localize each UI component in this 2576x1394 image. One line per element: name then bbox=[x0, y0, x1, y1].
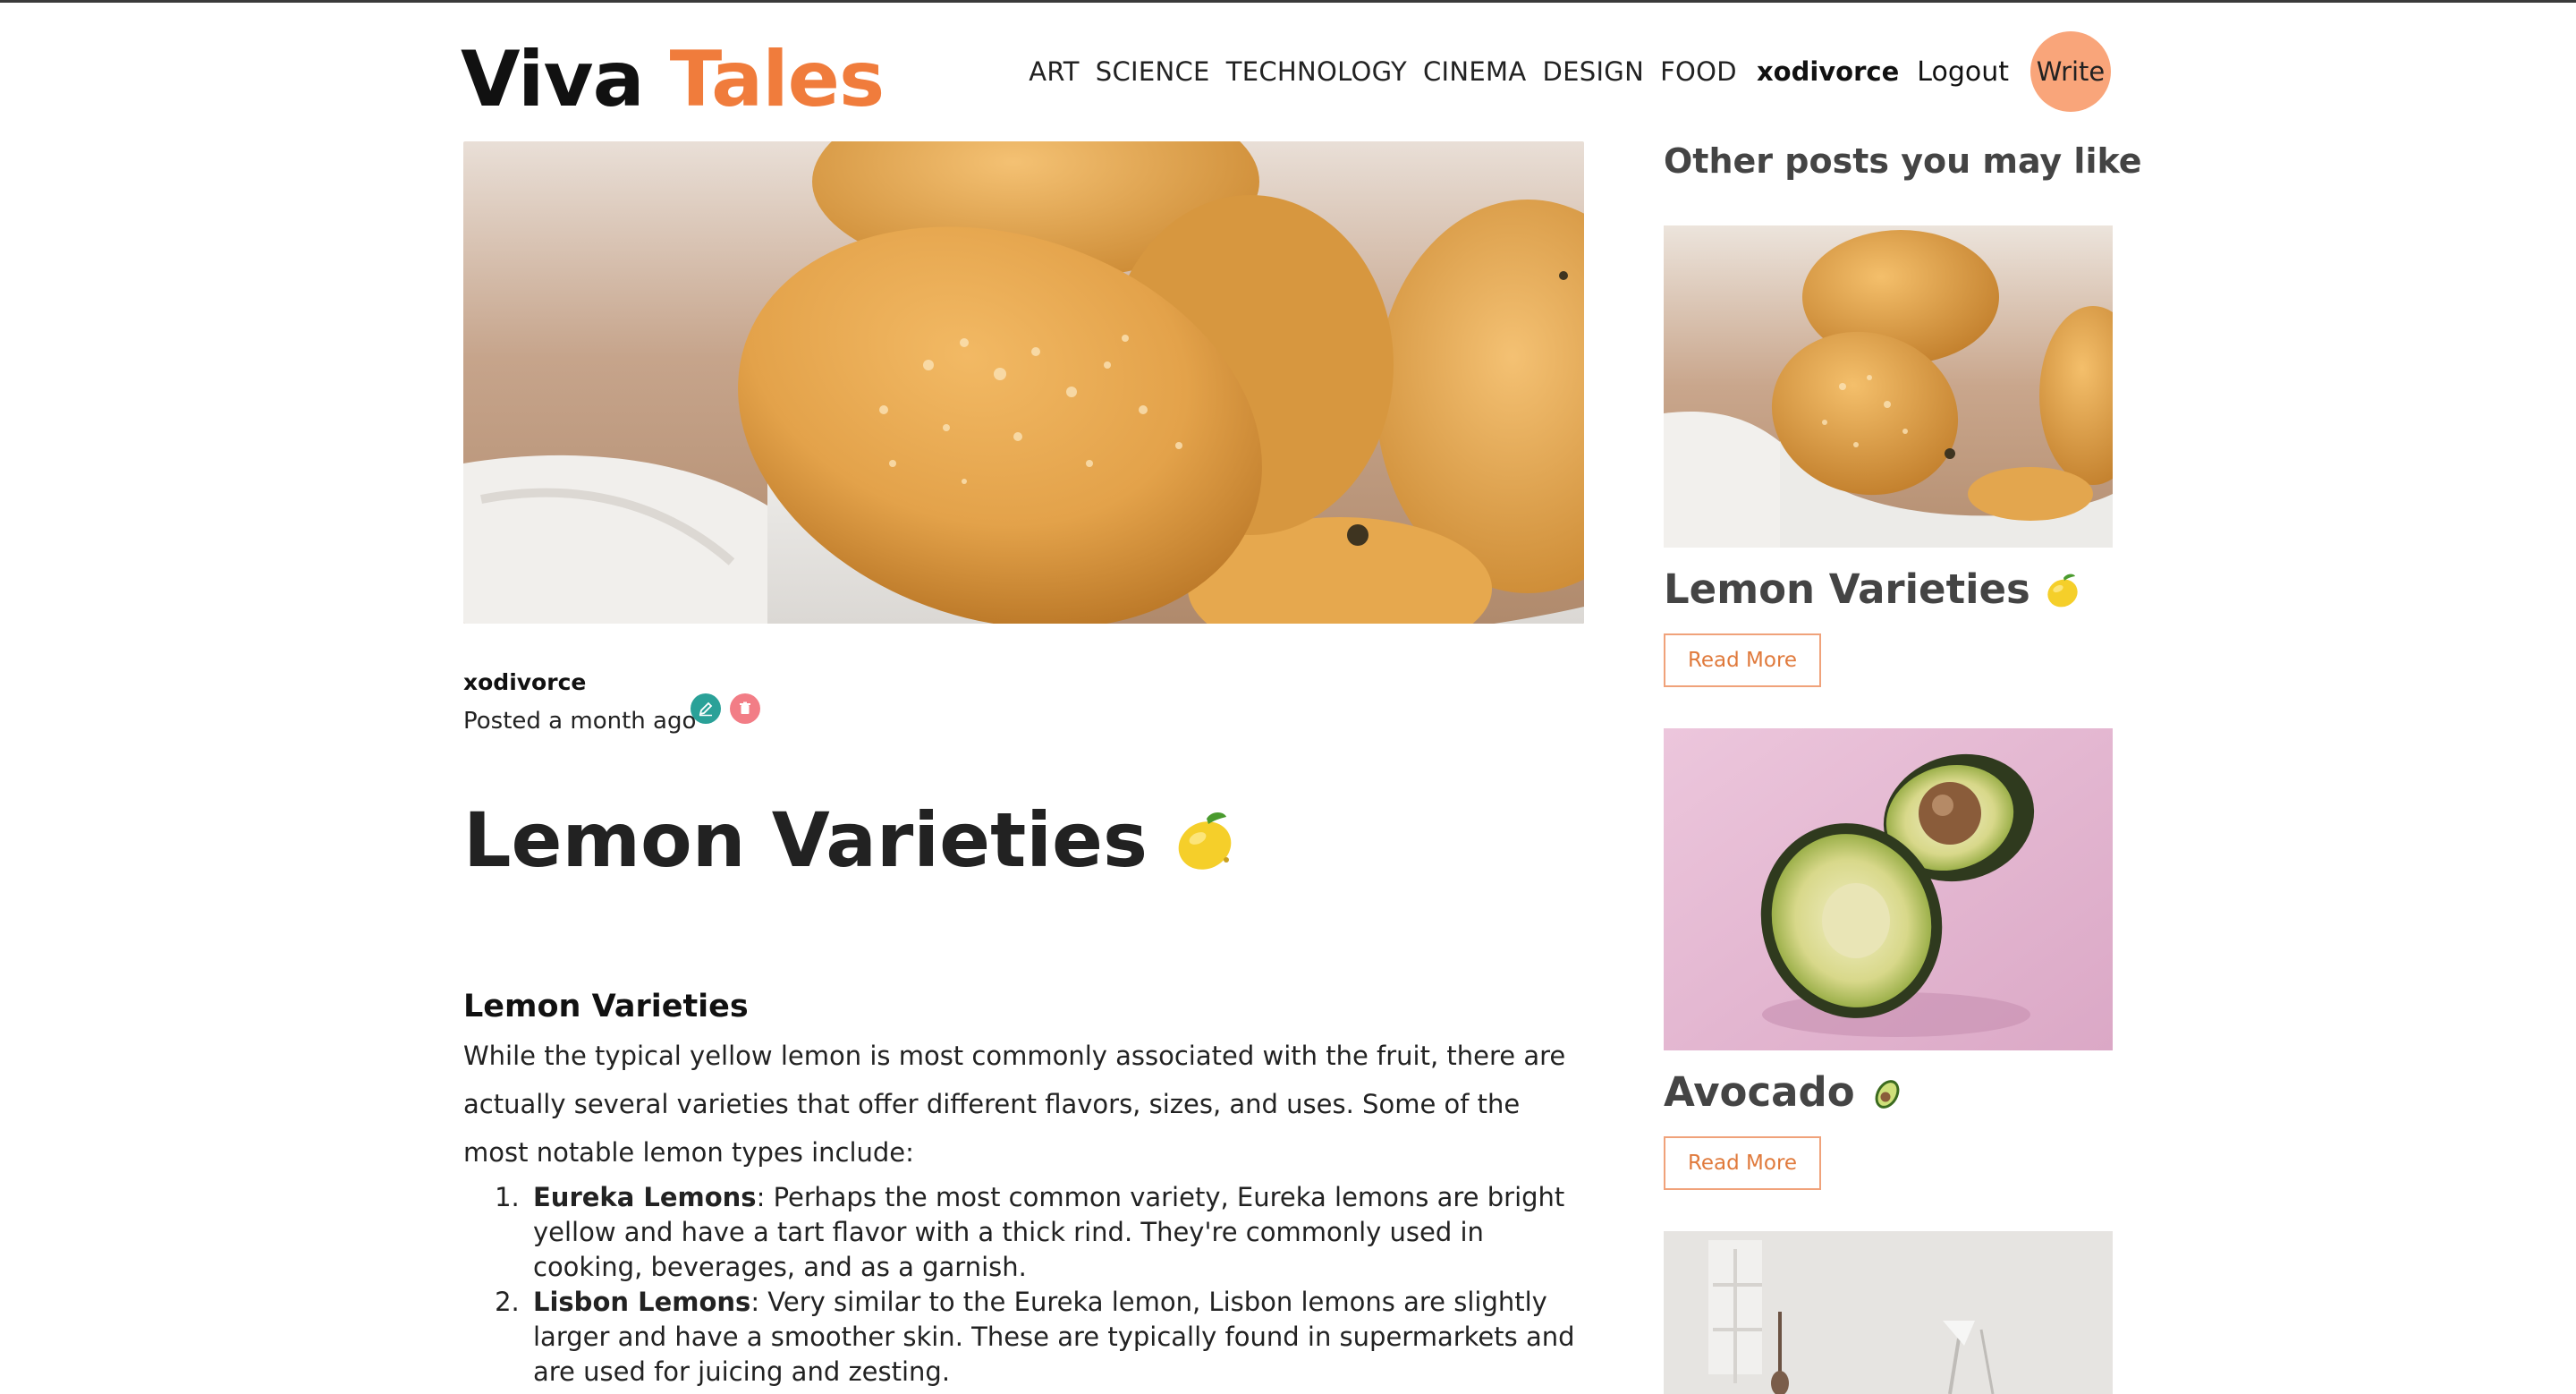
post-date: Posted a month ago bbox=[463, 708, 697, 735]
varieties-list: Eureka Lemons: Perhaps the most common v… bbox=[463, 1180, 1590, 1390]
edit-button[interactable] bbox=[691, 693, 721, 724]
read-more-button[interactable]: Read More bbox=[1664, 1136, 1821, 1190]
list-item: Eureka Lemons: Perhaps the most common v… bbox=[528, 1180, 1590, 1285]
card-title[interactable]: Lemon Varieties bbox=[1664, 565, 2082, 613]
top-border bbox=[0, 0, 2576, 3]
read-more-button[interactable]: Read More bbox=[1664, 633, 1821, 687]
post-meta: xodivorce Posted a month ago bbox=[463, 669, 696, 735]
card-image[interactable] bbox=[1664, 1231, 2113, 1394]
delete-button[interactable] bbox=[730, 693, 760, 724]
nav-science[interactable]: SCIENCE bbox=[1096, 56, 1210, 87]
write-button[interactable]: Write bbox=[2030, 31, 2111, 112]
variety-name: Lisbon Lemons bbox=[533, 1287, 751, 1317]
nav-technology[interactable]: TECHNOLOGY bbox=[1226, 56, 1407, 87]
intro-paragraph: While the typical yellow lemon is most c… bbox=[463, 1041, 1566, 1168]
post-author[interactable]: xodivorce bbox=[463, 669, 696, 695]
section-heading: Lemon Varieties bbox=[463, 989, 749, 1024]
post-title: Lemon Varieties bbox=[463, 796, 1239, 884]
main-nav: ART SCIENCE TECHNOLOGY CINEMA DESIGN FOO… bbox=[1029, 29, 2111, 115]
site-logo[interactable]: Viva Tales bbox=[461, 41, 885, 118]
logo-part-viva: Viva bbox=[461, 35, 645, 124]
list-item: Lisbon Lemons: Very similar to the Eurek… bbox=[528, 1285, 1590, 1390]
card-title-text: Lemon Varieties bbox=[1664, 565, 2030, 613]
pencil-icon bbox=[699, 701, 713, 717]
lemon-icon bbox=[2047, 574, 2078, 607]
lemon-icon bbox=[1178, 812, 1232, 870]
post-actions bbox=[691, 693, 760, 724]
logo-part-tales: Tales bbox=[669, 35, 886, 124]
nav-art[interactable]: ART bbox=[1029, 56, 1080, 87]
post-content: Lemon Varieties While the typical yellow… bbox=[463, 989, 1590, 1390]
card-title-text: Avocado bbox=[1664, 1068, 1855, 1116]
nav-design[interactable]: DESIGN bbox=[1542, 56, 1644, 87]
card-image[interactable] bbox=[1664, 728, 2113, 1050]
trash-icon bbox=[740, 701, 750, 714]
nav-username[interactable]: xodivorce bbox=[1757, 56, 1899, 87]
variety-name: Eureka Lemons bbox=[533, 1182, 757, 1212]
nav-food[interactable]: FOOD bbox=[1660, 56, 1737, 87]
nav-cinema[interactable]: CINEMA bbox=[1423, 56, 1526, 87]
card-title[interactable]: Avocado bbox=[1664, 1068, 1907, 1116]
avocado-icon bbox=[1875, 1079, 1900, 1109]
logout-link[interactable]: Logout bbox=[1917, 56, 2009, 88]
sidebar-heading: Other posts you may like bbox=[1664, 141, 2142, 181]
post-title-text: Lemon Varieties bbox=[463, 796, 1148, 884]
card-image[interactable] bbox=[1664, 225, 2113, 548]
post-hero-image bbox=[463, 141, 1584, 624]
